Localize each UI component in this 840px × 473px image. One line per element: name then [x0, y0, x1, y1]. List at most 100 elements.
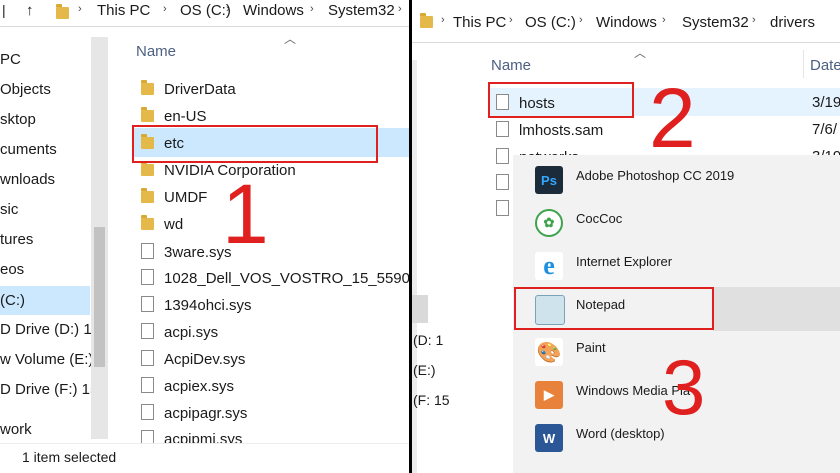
- nav-item-d-drive[interactable]: D Drive (D:) 1: [0, 321, 92, 338]
- nav-item-desktop[interactable]: sktop: [0, 111, 90, 128]
- list-item[interactable]: 1394ohci.sys: [141, 296, 252, 314]
- chevron-right-icon: ›: [78, 3, 82, 15]
- nav-item-new-volume-e[interactable]: w Volume (E:): [0, 351, 93, 368]
- nav-selected-stub: [412, 295, 428, 323]
- file-icon: [141, 350, 154, 366]
- internet-explorer-icon: e: [535, 251, 563, 280]
- folder-icon: [141, 188, 154, 203]
- nav-item-f-drive[interactable]: (F: 15: [413, 392, 450, 408]
- list-item[interactable]: UMDF: [141, 188, 207, 206]
- nav-item-e-drive[interactable]: (E:): [413, 362, 436, 378]
- menu-item-photoshop[interactable]: Ps Adobe Photoshop CC 2019: [513, 158, 840, 200]
- breadcrumb-system32[interactable]: System32: [682, 14, 749, 31]
- date-cell: 7/6/: [812, 121, 838, 138]
- list-item[interactable]: acpipmi.sys: [141, 430, 242, 443]
- chevron-right-icon: ›: [509, 14, 513, 26]
- sort-up-icon: ︿: [284, 32, 297, 46]
- chevron-right-icon: ›: [398, 3, 402, 15]
- folder-icon: [141, 161, 154, 176]
- annotation-box-notepad: [514, 287, 714, 330]
- chevron-right-icon: ›: [579, 14, 583, 26]
- file-icon: [496, 121, 509, 137]
- breadcrumb-system32[interactable]: System32: [328, 2, 395, 19]
- menu-item-internet-explorer[interactable]: e Internet Explorer: [513, 244, 840, 286]
- up-arrow-icon[interactable]: |: [2, 2, 6, 18]
- navigation-pane: PC Objects sktop cuments wnloads sic tur…: [0, 27, 98, 473]
- media-player-icon: ▶: [535, 381, 563, 409]
- nav-scrollbar[interactable]: [412, 60, 417, 473]
- file-icon: [141, 269, 154, 285]
- breadcrumb-this-pc[interactable]: This PC: [97, 2, 150, 19]
- chevron-right-icon: ›: [662, 14, 666, 26]
- nav-item-f-drive[interactable]: D Drive (F:) 15: [0, 381, 98, 398]
- file-icon: [141, 323, 154, 339]
- annotation-step-1: 1: [222, 167, 269, 261]
- chevron-right-icon: ›: [163, 3, 167, 15]
- nav-item-this-pc[interactable]: PC: [0, 51, 90, 68]
- scrollbar-thumb[interactable]: [94, 227, 105, 367]
- chevron-right-icon: ›: [226, 3, 230, 15]
- file-icon: [141, 377, 154, 393]
- chevron-right-icon: ›: [441, 14, 445, 26]
- paint-icon: 🎨: [535, 338, 563, 366]
- file-icon: [141, 404, 154, 420]
- list-item[interactable]: lmhosts.sam: [496, 121, 603, 139]
- status-text: 1 item selected: [22, 449, 117, 465]
- list-item[interactable]: 1028_Dell_VOS_VOSTRO_15_5590.mrk: [141, 269, 409, 287]
- left-explorer-window: | ↑ › This PC › OS (C:) › Windows › Syst…: [0, 0, 409, 473]
- nav-scrollbar[interactable]: [91, 37, 108, 439]
- nav-item-network[interactable]: work: [0, 421, 90, 438]
- chevron-right-icon: ›: [310, 3, 314, 15]
- list-item[interactable]: DriverData: [141, 80, 236, 98]
- list-item[interactable]: acpi.sys: [141, 323, 218, 341]
- breadcrumb-windows[interactable]: Windows: [243, 2, 304, 19]
- column-header-date[interactable]: Date: [810, 57, 840, 74]
- annotation-step-2: 2: [649, 71, 696, 165]
- file-icon: [141, 296, 154, 312]
- annotation-step-3: 3: [662, 343, 706, 431]
- folder-icon: [141, 215, 154, 230]
- annotation-box-hosts: [488, 82, 634, 118]
- breadcrumb-os-c[interactable]: OS (C:): [180, 2, 231, 19]
- sort-up-icon: ︿: [634, 46, 647, 60]
- nav-item-documents[interactable]: cuments: [0, 141, 90, 158]
- breadcrumb-this-pc[interactable]: This PC: [453, 14, 506, 31]
- photoshop-icon: Ps: [535, 166, 563, 194]
- menu-item-coccoc[interactable]: ✿ CocCoc: [513, 201, 840, 243]
- nav-item-d-drive[interactable]: (D: 1: [413, 332, 443, 348]
- date-cell: 3/19: [812, 94, 840, 111]
- nav-item-pictures[interactable]: tures: [0, 231, 90, 248]
- column-header-name[interactable]: Name: [136, 43, 176, 60]
- breadcrumb-os-c[interactable]: OS (C:): [525, 14, 576, 31]
- file-icon: [141, 243, 154, 259]
- file-icon: [496, 148, 509, 164]
- nav-item-os-c[interactable]: (C:): [0, 286, 90, 315]
- folder-icon: [141, 80, 154, 95]
- list-item[interactable]: wd: [141, 215, 183, 233]
- file-icon: [496, 200, 509, 216]
- annotation-box-etc: [132, 125, 378, 163]
- breadcrumb-windows[interactable]: Windows: [596, 14, 657, 31]
- chevron-right-icon: ›: [752, 14, 756, 26]
- nav-item-music[interactable]: sic: [0, 201, 90, 218]
- list-item[interactable]: acpipagr.sys: [141, 404, 247, 422]
- nav-item-downloads[interactable]: wnloads: [0, 171, 90, 188]
- nav-item-videos[interactable]: eos: [0, 261, 90, 278]
- up-icon[interactable]: ↑: [26, 2, 34, 19]
- folder-icon: [420, 13, 433, 28]
- column-header-name[interactable]: Name: [491, 57, 531, 74]
- coccoc-icon: ✿: [535, 209, 563, 237]
- file-icon: [496, 174, 509, 190]
- list-item[interactable]: NVIDIA Corporation: [141, 161, 296, 179]
- breadcrumb-drivers[interactable]: drivers: [770, 14, 815, 31]
- address-bar[interactable]: | ↑ › This PC › OS (C:) › Windows › Syst…: [0, 0, 409, 27]
- word-icon: W: [535, 424, 563, 452]
- list-item[interactable]: 3ware.sys: [141, 243, 232, 261]
- address-bar[interactable]: › This PC › OS (C:) › Windows › System32…: [412, 2, 840, 43]
- nav-item-3d-objects[interactable]: Objects: [0, 81, 90, 98]
- folder-icon: [56, 4, 69, 19]
- list-item[interactable]: AcpiDev.sys: [141, 350, 245, 368]
- list-item[interactable]: en-US: [141, 107, 207, 125]
- column-divider: [803, 50, 804, 78]
- list-item[interactable]: acpiex.sys: [141, 377, 234, 395]
